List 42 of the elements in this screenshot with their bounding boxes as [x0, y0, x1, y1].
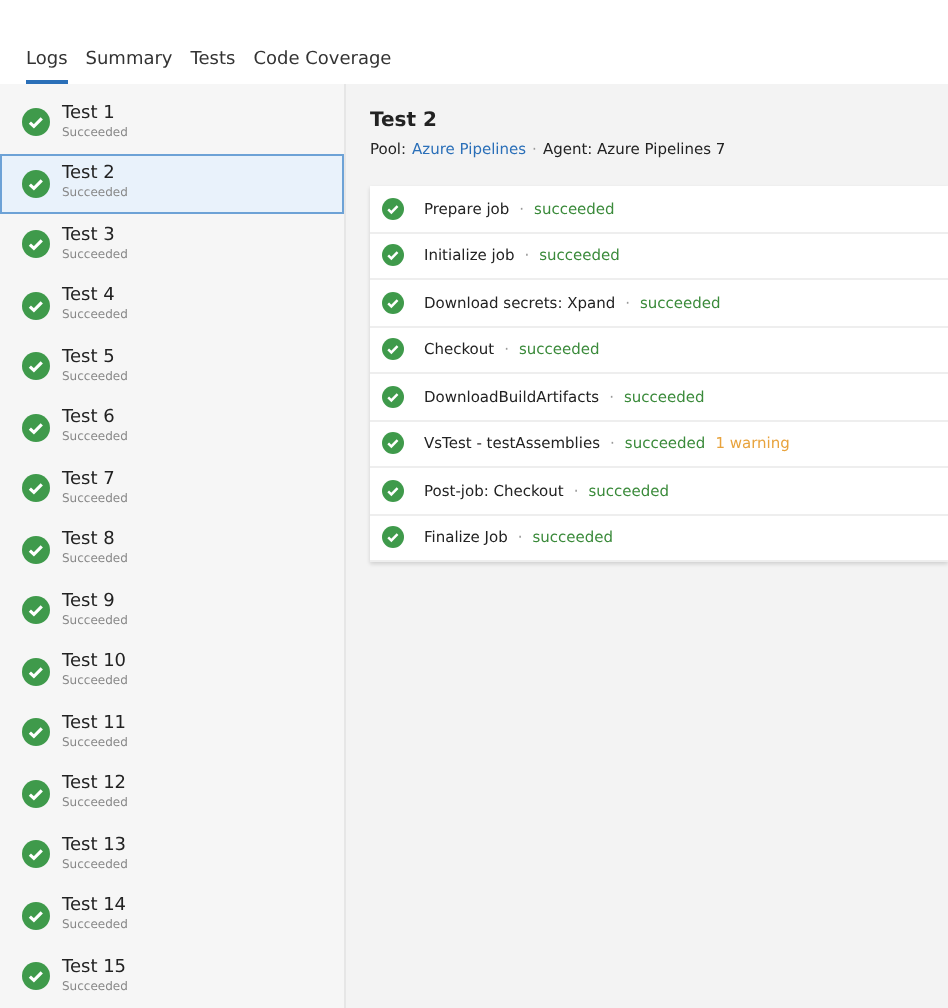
tab[interactable]: Code Coverage — [253, 40, 392, 84]
job-name: Test 7 — [62, 469, 117, 492]
check-circle-icon — [382, 479, 404, 502]
check-circle-icon — [22, 657, 50, 686]
job-title: Test 2 — [370, 108, 439, 134]
job-name: Test 12 — [62, 774, 128, 797]
check-circle-icon — [22, 901, 50, 930]
job-name: Test 1 — [62, 103, 117, 126]
job-name: Test 13 — [62, 835, 128, 858]
job-name: Test 10 — [62, 652, 128, 675]
check-circle-icon — [22, 535, 50, 564]
job-name: Test 2 — [62, 164, 117, 187]
check-circle-icon — [382, 526, 404, 549]
job-name: Test 11 — [62, 713, 128, 736]
check-circle-icon — [22, 108, 50, 137]
tab[interactable]: Tests — [190, 40, 236, 84]
check-circle-icon — [22, 291, 50, 320]
job-name: Test 3 — [62, 225, 117, 248]
check-circle-icon — [22, 474, 50, 503]
check-circle-icon — [22, 413, 50, 442]
check-circle-icon — [382, 244, 404, 267]
job-name: Test 14 — [62, 896, 128, 919]
check-circle-icon — [382, 432, 404, 455]
tab[interactable]: Summary — [85, 40, 173, 84]
job-name: Test 4 — [62, 286, 117, 309]
check-circle-icon — [22, 230, 50, 259]
check-circle-icon — [22, 596, 50, 625]
job-name: Test 8 — [62, 530, 117, 553]
job-name: Test 5 — [62, 347, 117, 370]
check-circle-icon — [382, 291, 404, 314]
check-circle-icon — [22, 840, 50, 869]
check-circle-icon — [22, 962, 50, 991]
check-circle-icon — [22, 169, 50, 198]
check-circle-icon — [22, 352, 50, 381]
check-circle-icon — [382, 385, 404, 408]
check-circle-icon — [22, 718, 50, 747]
job-name: Test 9 — [62, 591, 117, 614]
job-name: Test 6 — [62, 408, 117, 431]
check-circle-icon — [22, 779, 50, 808]
job-name: Test 15 — [62, 957, 128, 980]
check-circle-icon — [382, 338, 404, 361]
check-circle-icon — [382, 197, 404, 220]
